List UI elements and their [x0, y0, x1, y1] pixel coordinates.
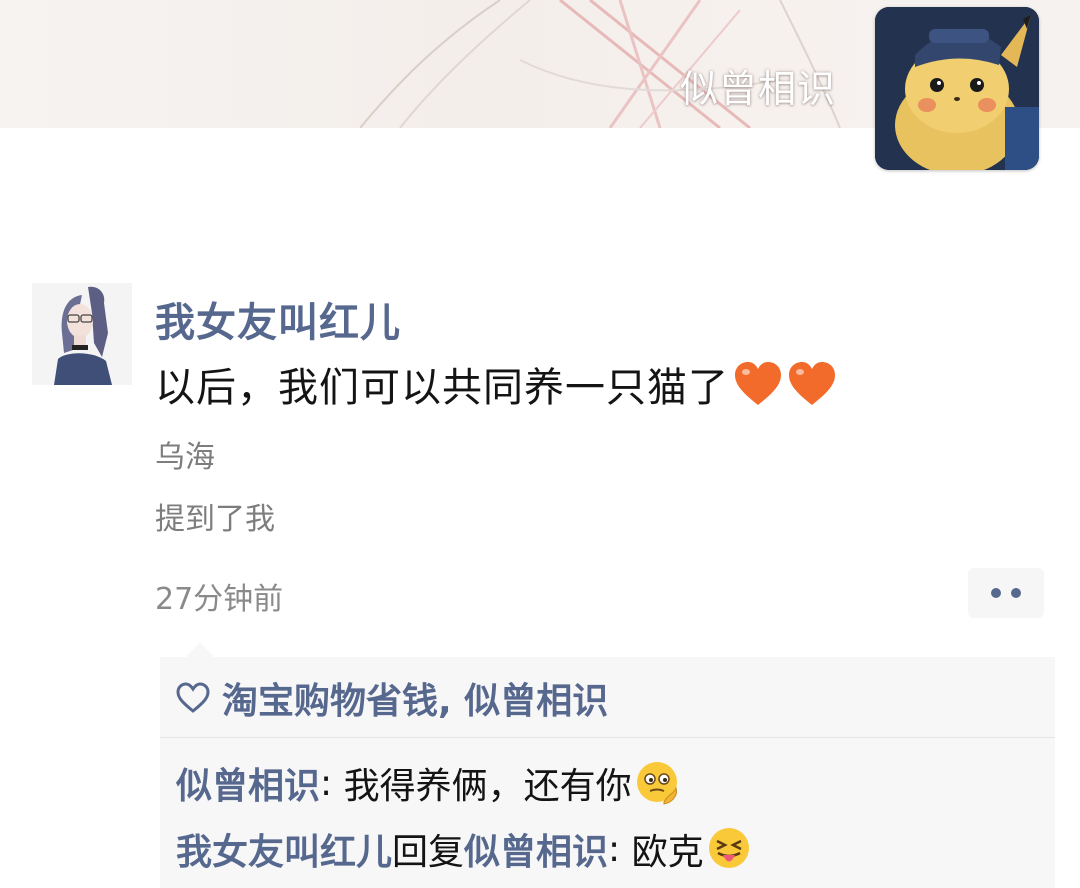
comment-author[interactable]: 我女友叫红儿 [176, 823, 392, 875]
comment-separator: : [320, 762, 344, 804]
comment-author[interactable]: 似曾相识 [176, 757, 320, 809]
more-button[interactable] [968, 568, 1044, 618]
comment-reply-target[interactable]: 似曾相识 [464, 823, 608, 875]
comment-item[interactable]: 似曾相识 : 我得养俩，还有你 [176, 757, 680, 809]
squinting-tongue-emoji [708, 828, 749, 868]
girl-portrait-avatar-icon [32, 283, 132, 385]
comment-text: 欧克 [631, 832, 704, 873]
pikachu-avatar[interactable] [875, 7, 1039, 170]
divider [160, 737, 1055, 738]
orange-heart-icon [789, 362, 835, 405]
likes-row: 淘宝购物省钱, 似曾相识 [176, 672, 608, 724]
comment-reply-word: 回复 [392, 832, 465, 873]
pikachu-icon [875, 7, 1039, 170]
more-dot [1011, 588, 1021, 598]
interaction-panel: 淘宝购物省钱, 似曾相识 似曾相识 : 我得养俩，还有你 我女友叫红儿 回复 似… [160, 657, 1055, 888]
more-dot [991, 588, 1001, 598]
heart-outline-icon [176, 682, 210, 713]
post-content: 以后，我们可以共同养一只猫了 [155, 355, 837, 413]
author-avatar[interactable] [32, 283, 132, 385]
comment-text: 我得养俩，还有你 [343, 766, 632, 807]
comment-item[interactable]: 我女友叫红儿 回复 似曾相识 : 欧克 [176, 823, 752, 875]
comment-separator: : [608, 828, 632, 870]
likes-names[interactable]: 淘宝购物省钱, 似曾相识 [222, 672, 608, 724]
post-location[interactable]: 乌海 [155, 432, 215, 476]
post-timestamp: 27分钟前 [155, 582, 284, 617]
post-author-name[interactable]: 我女友叫红儿 [155, 290, 401, 348]
cover-nickname: 似曾相识 [680, 67, 837, 111]
thinking-face-emoji [636, 762, 677, 805]
post-text: 以后，我们可以共同养一只猫了 [155, 365, 729, 411]
panel-notch [186, 643, 214, 657]
orange-heart-icon [735, 362, 781, 405]
post-mention: 提到了我 [155, 502, 275, 537]
